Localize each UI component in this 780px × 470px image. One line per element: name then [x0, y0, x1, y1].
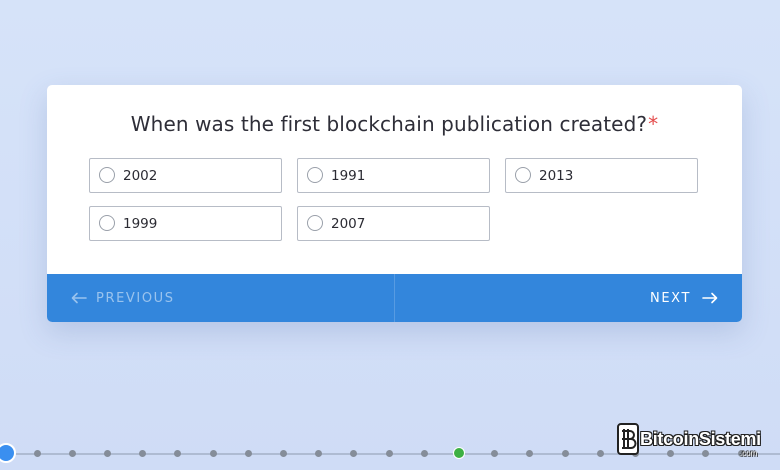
option-label: 2002 — [123, 168, 158, 184]
option-label: 2013 — [539, 168, 574, 184]
option-2002[interactable]: 2002 — [89, 158, 282, 193]
progress-step[interactable] — [420, 450, 428, 457]
option-1991[interactable]: 1991 — [297, 158, 490, 193]
arrow-right-icon — [702, 292, 718, 304]
bitcoin-logo-icon — [617, 423, 639, 455]
question-title: When was the first blockchain publicatio… — [47, 112, 742, 136]
navigation-bar: PREVIOUS NEXT — [47, 274, 742, 322]
progress-step[interactable] — [561, 450, 569, 457]
radio-circle-icon[interactable] — [515, 167, 531, 183]
progress-step[interactable] — [491, 450, 499, 457]
progress-step[interactable] — [596, 450, 604, 457]
radio-circle-icon[interactable] — [99, 215, 115, 231]
progress-step-current[interactable] — [0, 443, 16, 463]
option-label: 2007 — [331, 216, 366, 232]
radio-circle-icon[interactable] — [307, 167, 323, 183]
option-2007[interactable]: 2007 — [297, 206, 490, 241]
watermark-brand: BitcoinSistemi — [640, 429, 761, 449]
progress-step-marked[interactable] — [453, 447, 466, 459]
next-label: NEXT — [650, 290, 691, 306]
required-asterisk: * — [648, 112, 659, 136]
question-card: When was the first blockchain publicatio… — [47, 85, 742, 322]
option-label: 1991 — [331, 168, 366, 184]
option-label: 1999 — [123, 216, 158, 232]
progress-step[interactable] — [33, 450, 41, 457]
nav-divider — [394, 274, 395, 322]
radio-circle-icon[interactable] — [99, 167, 115, 183]
progress-step[interactable] — [385, 450, 393, 457]
progress-step[interactable] — [68, 450, 76, 457]
option-1999[interactable]: 1999 — [89, 206, 282, 241]
radio-circle-icon[interactable] — [307, 215, 323, 231]
previous-label: PREVIOUS — [96, 290, 175, 306]
watermark-logo: BitcoinSistemi .com — [614, 420, 774, 460]
question-text: When was the first blockchain publicatio… — [130, 112, 648, 136]
previous-button[interactable]: PREVIOUS — [71, 274, 175, 322]
progress-step[interactable] — [350, 450, 358, 457]
progress-step[interactable] — [209, 450, 217, 457]
next-button[interactable]: NEXT — [650, 274, 718, 322]
progress-step[interactable] — [103, 450, 111, 457]
watermark-suffix: .com — [740, 449, 758, 458]
progress-step[interactable] — [139, 450, 147, 457]
progress-step[interactable] — [315, 450, 323, 457]
progress-step[interactable] — [244, 450, 252, 457]
progress-step[interactable] — [526, 450, 534, 457]
arrow-left-icon — [71, 292, 87, 304]
progress-step[interactable] — [279, 450, 287, 457]
option-2013[interactable]: 2013 — [505, 158, 698, 193]
progress-step[interactable] — [174, 450, 182, 457]
